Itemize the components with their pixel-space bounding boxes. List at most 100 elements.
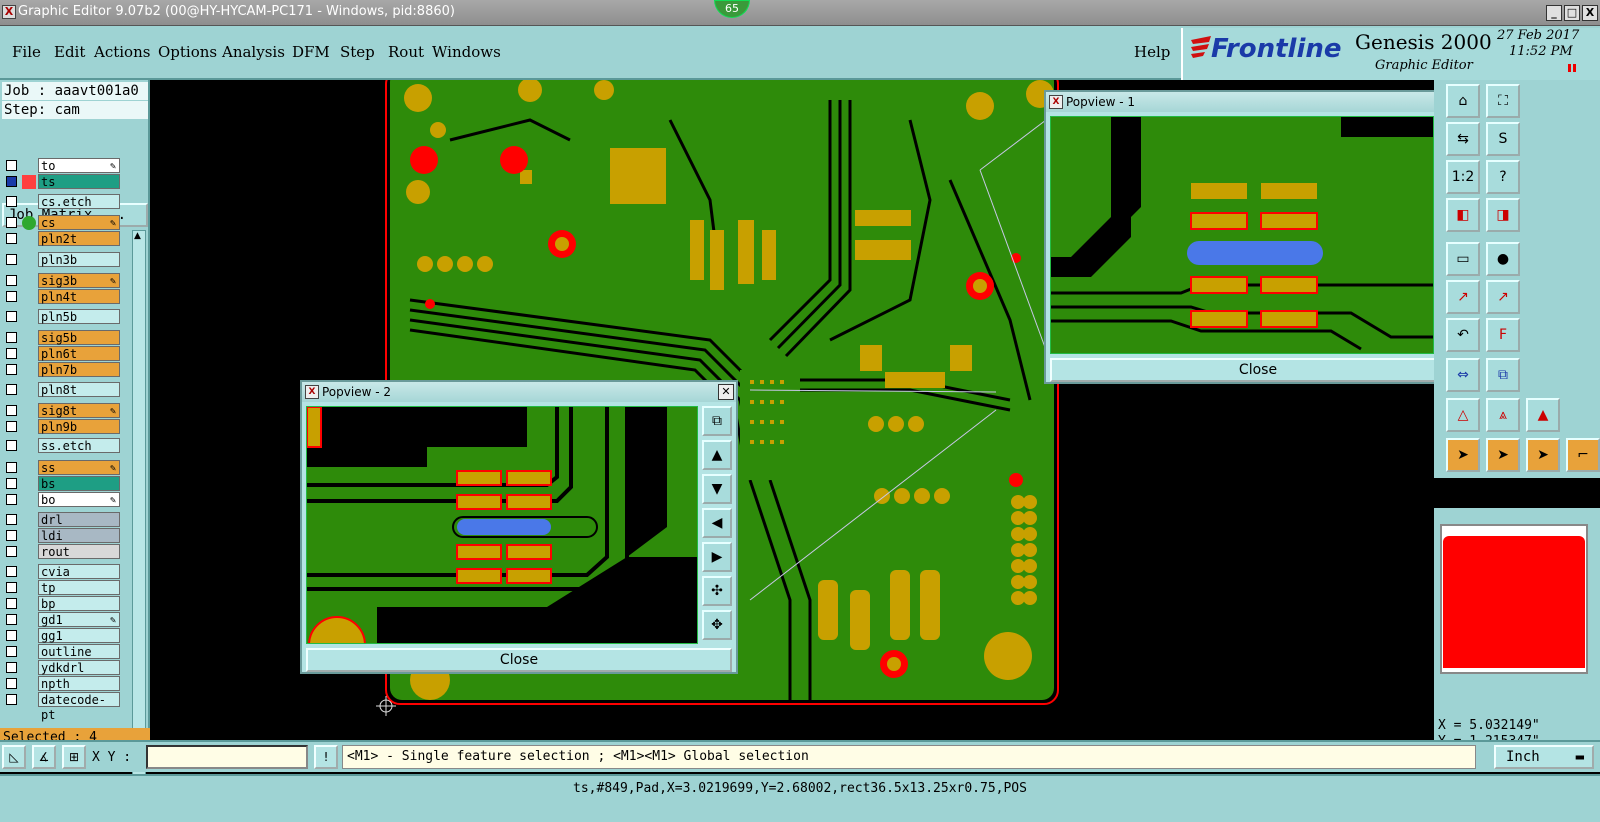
menu-step[interactable]: Step [340, 43, 375, 61]
help-icon[interactable]: ? [1486, 160, 1520, 194]
layer-row[interactable]: ydkdrl [2, 660, 120, 675]
layer-status-icon[interactable] [22, 439, 36, 453]
layer-status-icon[interactable] [22, 363, 36, 377]
layer-checkbox[interactable] [6, 546, 17, 557]
layer-status-icon[interactable] [22, 529, 36, 543]
undo-icon[interactable]: ↶ [1446, 318, 1480, 352]
layer-status-icon[interactable] [22, 565, 36, 579]
layer-status-icon[interactable] [22, 274, 36, 288]
layer-row[interactable]: gg1 [2, 628, 120, 643]
close-button[interactable]: X [1582, 5, 1598, 21]
layer-status-icon[interactable] [22, 195, 36, 209]
menu-help[interactable]: Help [1134, 43, 1170, 61]
layer-status-icon[interactable] [22, 513, 36, 527]
layer-status-icon[interactable] [22, 545, 36, 559]
zoom-window-icon[interactable]: ⧉ [702, 406, 732, 436]
layer-row[interactable]: ldi [2, 528, 120, 543]
layer-status-icon[interactable] [22, 420, 36, 434]
xy-input[interactable] [146, 745, 308, 769]
layer-checkbox[interactable] [6, 630, 17, 641]
layer-checkbox[interactable] [6, 311, 17, 322]
layer-status-icon[interactable] [22, 232, 36, 246]
pan-up-icon[interactable]: ▲ [702, 440, 732, 470]
layer-checkbox[interactable] [6, 421, 17, 432]
layer-row[interactable]: gd1 ✎ [2, 612, 120, 627]
layer-checkbox[interactable] [6, 254, 17, 265]
layer-checkbox[interactable] [6, 275, 17, 286]
layer-row[interactable]: pln2t [2, 231, 120, 246]
snake-icon[interactable]: S [1486, 122, 1520, 156]
home-icon[interactable]: ⌂ [1446, 84, 1480, 118]
layer-row[interactable]: drl [2, 512, 120, 527]
ruler-icon[interactable]: ▭ [1446, 242, 1480, 276]
layer-row[interactable]: npth [2, 676, 120, 691]
layer-row[interactable]: outline [2, 644, 120, 659]
popview-2-window[interactable]: X Popview - 2 ✕ ⧉ ▲ ▼ ◀ ▶ ✣ ✥ Close [300, 380, 738, 674]
frame-icon[interactable]: F [1486, 318, 1520, 352]
layer-row[interactable]: ss.etch [2, 438, 120, 453]
scale-icon[interactable]: 1:2 [1446, 160, 1480, 194]
layer-row[interactable]: sig8t ✎ [2, 403, 120, 418]
layer-row[interactable]: bp [2, 596, 120, 611]
move-icon[interactable]: ⇔ [1446, 358, 1480, 392]
popview-1-canvas[interactable] [1050, 116, 1434, 354]
display-layer-icon[interactable] [22, 216, 36, 230]
grid-icon[interactable]: ⊞ [62, 745, 86, 769]
layer-row[interactable]: ss ✎ [2, 460, 120, 475]
scroll-up-icon[interactable]: ▲ [134, 231, 141, 241]
work-layer-icon[interactable] [22, 175, 36, 189]
layer-row[interactable]: pln5b [2, 309, 120, 324]
layer-checkbox[interactable] [6, 494, 17, 505]
snap-icon[interactable]: ◺ [2, 745, 26, 769]
layer-checkbox[interactable] [6, 176, 17, 187]
layer-checkbox[interactable] [6, 582, 17, 593]
layer-row[interactable]: cs ✎ [2, 215, 120, 230]
layer-row[interactable]: bs [2, 476, 120, 491]
layer-checkbox[interactable] [6, 440, 17, 451]
layer-scrollbar[interactable]: ▲ ▼ [132, 230, 146, 806]
popview-1-header[interactable]: X Popview - 1 ✕ [1046, 92, 1470, 112]
layer-checkbox[interactable] [6, 646, 17, 657]
layer-status-icon[interactable] [22, 290, 36, 304]
layer-row[interactable]: pln9b [2, 419, 120, 434]
pan-down-icon[interactable]: ▼ [702, 474, 732, 504]
zoom-out-icon[interactable]: ✣ [702, 576, 732, 606]
layer-status-icon[interactable] [22, 629, 36, 643]
popview-2-close-button[interactable]: Close [306, 648, 732, 672]
layer-checkbox[interactable] [6, 233, 17, 244]
measure-icon[interactable]: ↗ [1446, 280, 1480, 314]
layer-status-icon[interactable] [22, 613, 36, 627]
layer-checkbox[interactable] [6, 405, 17, 416]
info-icon[interactable]: ! [314, 745, 338, 769]
layer-checkbox[interactable] [6, 160, 17, 171]
layer-row[interactable]: bo ✎ [2, 492, 120, 507]
menu-rout[interactable]: Rout [388, 43, 424, 61]
popview-2-header[interactable]: X Popview - 2 ✕ [302, 382, 736, 402]
layer-status-icon[interactable] [22, 597, 36, 611]
route-select-icon[interactable]: ⌐ [1566, 438, 1600, 472]
popview-1-window[interactable]: X Popview - 1 ✕ ⧉ ▲ ▼ ◀ ▶ ✣ ✥ Close [1044, 90, 1472, 384]
select-add-icon[interactable]: ➤ [1486, 438, 1520, 472]
menu-edit[interactable]: Edit [54, 43, 85, 61]
copy-icon[interactable]: ⧉ [1486, 358, 1520, 392]
step-icon[interactable]: ⇆ [1446, 122, 1480, 156]
pan-left-icon[interactable]: ◀ [702, 508, 732, 538]
popview-2-close-icon[interactable]: ✕ [718, 384, 734, 400]
layer-checkbox[interactable] [6, 694, 17, 705]
layer-checkbox[interactable] [6, 291, 17, 302]
layer-checkbox[interactable] [6, 514, 17, 525]
layer-row[interactable]: cvia [2, 564, 120, 579]
layer-row[interactable]: pln3b [2, 252, 120, 267]
layer-checkbox[interactable] [6, 614, 17, 625]
layer-checkbox[interactable] [6, 462, 17, 473]
layer-checkbox[interactable] [6, 217, 17, 228]
layer-row[interactable]: datecode-pt [2, 692, 120, 722]
layer-status-icon[interactable] [22, 310, 36, 324]
minimize-button[interactable]: _ [1546, 5, 1562, 21]
layer-row[interactable]: sig3b ✎ [2, 273, 120, 288]
layer-row[interactable]: rout [2, 544, 120, 559]
layer-status-icon[interactable] [22, 581, 36, 595]
menu-file[interactable]: File [12, 43, 41, 61]
layer-row[interactable]: sig5b [2, 330, 120, 345]
popview-2-canvas[interactable] [306, 406, 698, 644]
